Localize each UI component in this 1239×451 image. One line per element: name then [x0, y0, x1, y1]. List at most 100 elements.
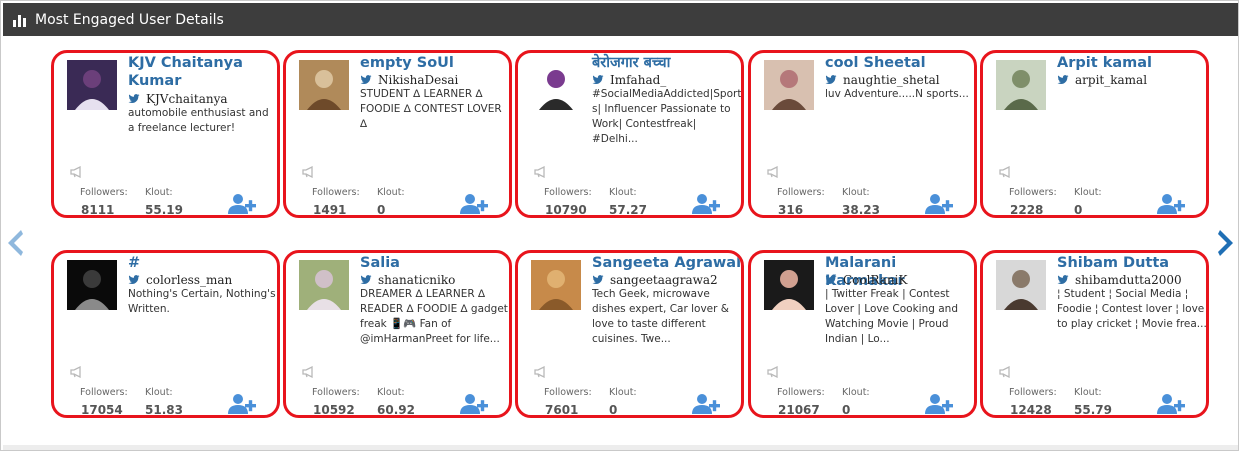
user-name-link[interactable]: empty SoUl: [360, 54, 509, 72]
twitter-handle-text: shanaticniko: [378, 273, 456, 287]
add-user-icon: [692, 394, 720, 414]
add-user-button[interactable]: [460, 193, 488, 215]
twitter-handle-text: naughtie_shetal: [843, 73, 940, 87]
user-card[interactable]: cool Sheetal naughtie_shetal luv Adventure…: [748, 50, 977, 218]
twitter-handle[interactable]: shanaticniko: [360, 273, 455, 287]
avatar[interactable]: [299, 260, 349, 310]
followers-label: Followers:: [777, 187, 825, 198]
user-bio: STUDENT ∆ LEARNER ∆ FOODIE ∆ CONTEST LOV…: [360, 88, 502, 130]
followers-label: Followers:: [80, 387, 128, 398]
user-name-link[interactable]: #: [128, 254, 277, 272]
klout-label: Klout:: [842, 187, 870, 198]
twitter-bird-icon: [592, 75, 604, 85]
user-bio: [1057, 87, 1206, 166]
megaphone-icon[interactable]: [70, 166, 84, 178]
user-name-link[interactable]: KJV Chaitanya Kumar: [128, 54, 277, 90]
followers-count: 12428: [1010, 403, 1052, 417]
avatar[interactable]: [531, 60, 581, 110]
user-card[interactable]: KJV Chaitanya Kumar KJVchaitanya automobil…: [51, 50, 280, 218]
add-user-button[interactable]: [460, 393, 488, 415]
twitter-bird-icon: [1057, 275, 1069, 285]
twitter-handle[interactable]: sangeetaagrawa2: [592, 273, 718, 287]
user-card[interactable]: Sangeeta Agrawal sangeetaagrawa2 Tech Geek…: [515, 250, 744, 418]
megaphone-icon[interactable]: [302, 166, 316, 178]
user-name-link[interactable]: Arpit kamal: [1057, 54, 1206, 72]
avatar[interactable]: [764, 260, 814, 310]
megaphone-icon[interactable]: [70, 366, 84, 378]
twitter-handle[interactable]: KJVchaitanya: [128, 92, 228, 106]
engaged-users-panel: Most Engaged User Details KJV Chaitanya …: [0, 0, 1239, 451]
user-card[interactable]: empty SoUl NikishaDesai STUDENT ∆ LEARNER …: [283, 50, 512, 218]
megaphone-icon[interactable]: [767, 166, 781, 178]
twitter-handle-text: arpit_kamal: [1075, 73, 1148, 87]
klout-label: Klout:: [377, 387, 405, 398]
twitter-handle-text: KJVchaitanya: [146, 92, 228, 106]
megaphone-icon[interactable]: [302, 366, 316, 378]
user-name-link[interactable]: Sangeeta Agrawal: [592, 254, 741, 272]
avatar[interactable]: [996, 260, 1046, 310]
followers-count: 316: [778, 203, 804, 217]
avatar[interactable]: [67, 260, 117, 310]
followers-label: Followers:: [312, 387, 360, 398]
klout-label: Klout:: [1074, 387, 1102, 398]
carousel-prev-button[interactable]: [5, 227, 25, 259]
user-card[interactable]: Arpit kamal arpit_kamal Followers: Klout: 22…: [980, 50, 1209, 218]
twitter-handle[interactable]: CoolRaniK: [825, 273, 907, 287]
user-card[interactable]: # colorless_man Nothing's Certain, Nothing…: [51, 250, 280, 418]
add-user-icon: [1157, 194, 1185, 214]
avatar[interactable]: [67, 60, 117, 110]
megaphone-icon[interactable]: [999, 366, 1013, 378]
add-user-button[interactable]: [925, 193, 953, 215]
user-card[interactable]: Salia shanaticniko DREAMER ∆ LEARNER ∆ REA…: [283, 250, 512, 418]
twitter-handle[interactable]: Imfahad_: [592, 73, 666, 87]
add-user-button[interactable]: [1157, 393, 1185, 415]
user-name-link[interactable]: cool Sheetal: [825, 54, 974, 72]
add-user-icon: [692, 194, 720, 214]
twitter-handle-text: CoolRaniK: [843, 273, 908, 287]
add-user-button[interactable]: [692, 193, 720, 215]
add-user-button[interactable]: [692, 393, 720, 415]
add-user-button[interactable]: [228, 393, 256, 415]
klout-label: Klout:: [1074, 187, 1102, 198]
megaphone-icon[interactable]: [767, 366, 781, 378]
user-name-link[interactable]: बेरोजगार बच्चा: [592, 54, 741, 72]
klout-score: 0: [609, 403, 618, 417]
megaphone-icon[interactable]: [999, 166, 1013, 178]
carousel-next-button[interactable]: [1216, 227, 1236, 259]
user-bio: Tech Geek, microwave dishes expert, Car …: [592, 288, 729, 345]
user-card[interactable]: Shibam Dutta shibamdutta2000 ¦ Student ¦ S…: [980, 250, 1209, 418]
user-bio: luv Adventure.....N sports...: [825, 88, 969, 100]
add-user-icon: [1157, 394, 1185, 414]
twitter-handle[interactable]: colorless_man: [128, 273, 232, 287]
user-bio: ¦ Student ¦ Social Media ¦ Foodie ¦ Cont…: [1057, 288, 1207, 330]
avatar[interactable]: [996, 60, 1046, 110]
bar-chart-icon: [13, 13, 27, 27]
user-name-link[interactable]: Shibam Dutta: [1057, 254, 1206, 272]
twitter-handle[interactable]: arpit_kamal: [1057, 73, 1147, 87]
twitter-bird-icon: [825, 275, 837, 285]
avatar[interactable]: [299, 60, 349, 110]
klout-score: 0: [1074, 203, 1083, 217]
avatar[interactable]: [764, 60, 814, 110]
user-card[interactable]: बेरोजगार बच्चा Imfahad_ #SocialMediaAddict…: [515, 50, 744, 218]
add-user-icon: [228, 394, 256, 414]
avatar[interactable]: [531, 260, 581, 310]
followers-label: Followers:: [80, 187, 128, 198]
user-card[interactable]: Malarani Karmakar CoolRaniK | Twitter Frea…: [748, 250, 977, 418]
twitter-handle[interactable]: naughtie_shetal: [825, 73, 940, 87]
user-name-link[interactable]: Salia: [360, 254, 509, 272]
klout-score: 0: [377, 203, 386, 217]
klout-label: Klout:: [842, 387, 870, 398]
megaphone-icon[interactable]: [534, 366, 548, 378]
user-bio: automobile enthusiast and a freelance le…: [128, 107, 269, 134]
megaphone-icon[interactable]: [534, 166, 548, 178]
twitter-handle[interactable]: NikishaDesai: [360, 73, 458, 87]
add-user-button[interactable]: [1157, 193, 1185, 215]
twitter-handle[interactable]: shibamdutta2000: [1057, 273, 1182, 287]
followers-label: Followers:: [312, 187, 360, 198]
twitter-handle-text: shibamdutta2000: [1075, 273, 1182, 287]
panel-header: Most Engaged User Details: [3, 3, 1238, 36]
add-user-button[interactable]: [925, 393, 953, 415]
followers-count: 1491: [313, 203, 347, 217]
add-user-button[interactable]: [228, 193, 256, 215]
